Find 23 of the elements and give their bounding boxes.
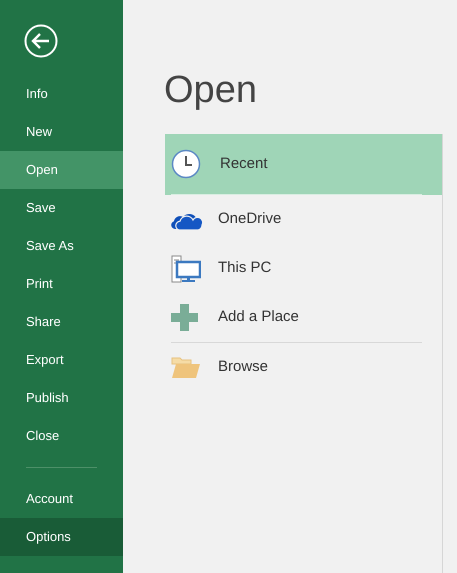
menu-item[interactable]: Save xyxy=(0,189,123,227)
menu-item[interactable]: Close xyxy=(0,417,123,455)
place-item[interactable]: This PC xyxy=(165,244,442,293)
menu-item[interactable]: Save As xyxy=(0,227,123,265)
computer-icon xyxy=(171,254,201,282)
folder-icon xyxy=(171,356,201,378)
menu-item[interactable]: Share xyxy=(0,303,123,341)
menu-item[interactable]: Account xyxy=(0,480,123,518)
back-icon[interactable] xyxy=(24,24,58,58)
menu-item[interactable]: Open xyxy=(0,151,123,189)
menu-item[interactable]: Publish xyxy=(0,379,123,417)
place-item[interactable]: Add a Place xyxy=(165,293,442,342)
menu-item[interactable]: New xyxy=(0,113,123,151)
page-title: Open xyxy=(164,68,258,113)
menu-item[interactable]: Info xyxy=(0,75,123,113)
plus-icon xyxy=(171,304,198,331)
place-item[interactable]: OneDrive xyxy=(165,195,442,244)
place-item[interactable]: Recent xyxy=(165,134,442,194)
place-item[interactable]: Browse xyxy=(165,343,442,392)
clock-icon xyxy=(171,149,201,179)
menu-item[interactable]: Options xyxy=(0,518,123,556)
menu-item[interactable]: Export xyxy=(0,341,123,379)
menu-item[interactable]: Print xyxy=(0,265,123,303)
